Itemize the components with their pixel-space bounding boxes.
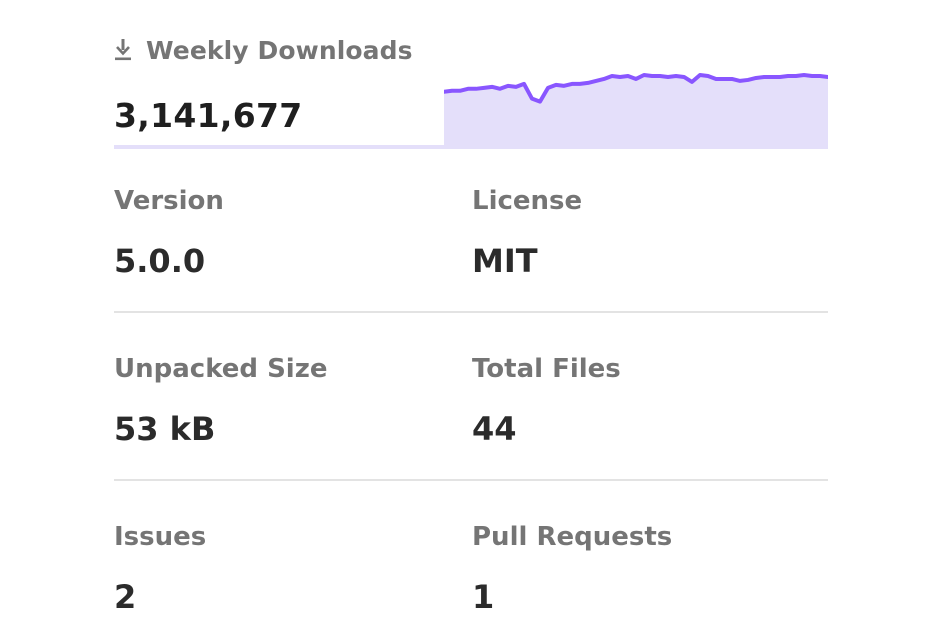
issues-label: Issues xyxy=(114,522,207,552)
divider xyxy=(114,479,828,481)
total-files-value: 44 xyxy=(472,410,517,448)
stats-row-version-license: Version 5.0.0 License MIT xyxy=(114,186,828,296)
license-value: MIT xyxy=(472,242,538,280)
unpacked-size-label: Unpacked Size xyxy=(114,354,328,384)
weekly-downloads-header: Weekly Downloads xyxy=(114,34,413,66)
package-sidebar: Weekly Downloads 3,141,677 Version 5.0.0… xyxy=(114,0,828,644)
download-icon xyxy=(115,39,131,61)
downloads-underline xyxy=(114,145,444,149)
stats-row-size-files: Unpacked Size 53 kB Total Files 44 xyxy=(114,354,828,464)
weekly-downloads-sparkline xyxy=(444,73,828,149)
version-label: Version xyxy=(114,186,224,216)
stats-row-issues-prs: Issues 2 Pull Requests 1 xyxy=(114,522,828,632)
license-label: License xyxy=(472,186,583,216)
issues-value[interactable]: 2 xyxy=(114,578,136,616)
unpacked-size-value: 53 kB xyxy=(114,410,216,448)
version-value: 5.0.0 xyxy=(114,242,206,280)
pull-requests-label: Pull Requests xyxy=(472,522,673,552)
weekly-downloads-count: 3,141,677 xyxy=(114,96,303,135)
weekly-downloads-label: Weekly Downloads xyxy=(146,35,413,65)
total-files-label: Total Files xyxy=(472,354,621,384)
pull-requests-value[interactable]: 1 xyxy=(472,578,494,616)
divider xyxy=(114,311,828,313)
